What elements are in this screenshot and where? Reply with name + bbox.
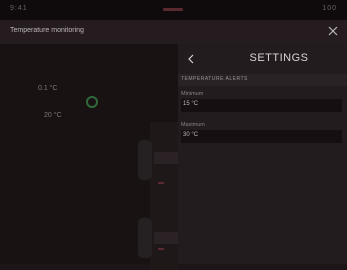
window-title: Temperature monitoring [10,27,84,34]
reading-value-2: 20 °C [44,112,62,119]
section-header-label: TEMPERATURE ALERTS [181,76,248,82]
status-ring-icon [86,96,98,108]
title-bar: Temperature monitoring [0,20,347,44]
settings-title: SETTINGS [249,52,309,64]
minimum-field[interactable]: 15 °C [181,99,342,112]
close-button[interactable] [326,24,340,38]
status-bar: 9:41 100 [0,0,347,20]
section-header: TEMPERATURE ALERTS [178,74,347,86]
monitoring-panel: 0.1 °C 20 °C [0,44,178,270]
back-button[interactable] [185,52,197,64]
settings-panel: SETTINGS TEMPERATURE ALERTS Minimum 15 °… [178,44,347,264]
status-indicator [163,8,183,11]
minimum-label: Minimum [181,91,204,97]
status-time: 9:41 [10,5,28,12]
maximum-label: Maximum [181,122,205,128]
maximum-field[interactable]: 30 °C [181,130,342,143]
chevron-left-icon [188,54,194,64]
close-icon [328,26,338,36]
reading-value-1: 0.1 °C [38,85,58,92]
battery-level: 100 [322,5,337,12]
device-illustration [138,122,178,270]
